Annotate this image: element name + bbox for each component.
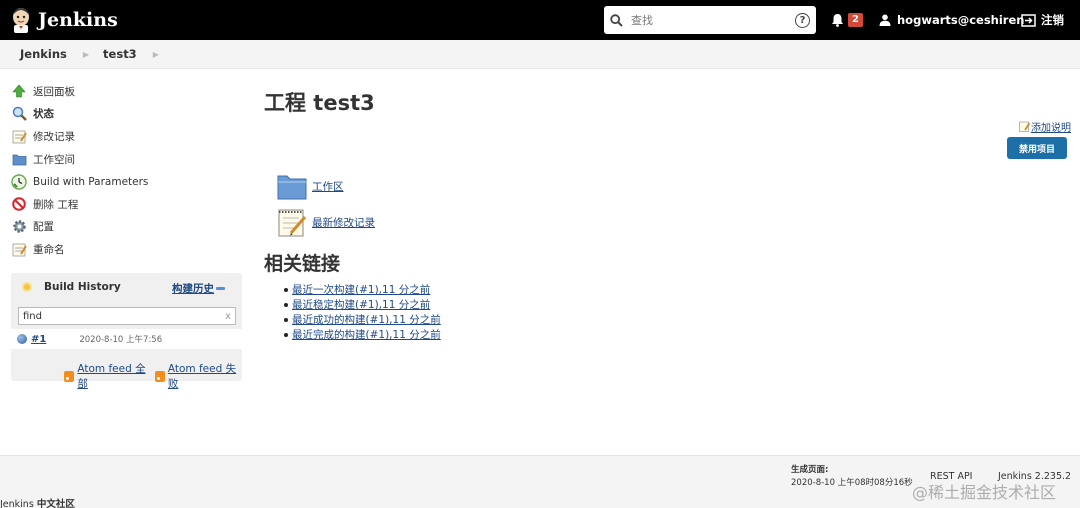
side-tasks: 返回面板 状态 修改记录 工作空间 Build with Parameters … xyxy=(11,80,148,261)
build-filter-input[interactable] xyxy=(23,310,226,322)
task-label: Build with Parameters xyxy=(33,175,149,188)
task-label: 状态 xyxy=(33,108,54,121)
task-label: 删除 工程 xyxy=(33,198,79,211)
workspace-link-row[interactable]: 工作区 xyxy=(277,172,344,200)
search-box: ? xyxy=(604,6,816,34)
task-changes[interactable]: 修改记录 xyxy=(11,125,148,148)
page-title: 工程 test3 xyxy=(264,91,375,115)
notepad-icon xyxy=(11,241,27,257)
notepad-icon xyxy=(278,209,307,237)
bell-icon xyxy=(832,14,843,27)
task-configure[interactable]: 配置 xyxy=(11,216,148,239)
collapse-icon[interactable] xyxy=(216,287,225,290)
user-menu[interactable]: hogwarts@ceshiren xyxy=(879,0,1024,40)
help-icon[interactable]: ? xyxy=(795,12,810,28)
build-time: 2020-8-10 上午7:56 xyxy=(79,335,163,345)
task-delete-project[interactable]: 删除 工程 xyxy=(11,193,148,216)
disable-project-button[interactable]: 禁用项目 xyxy=(1007,137,1067,159)
rss-feed-icon xyxy=(64,370,75,382)
logout-link[interactable]: 注销 xyxy=(1021,0,1064,40)
gear-icon xyxy=(11,219,27,235)
search-icon xyxy=(610,13,623,27)
list-item: 最近稳定构建(#1),11 分之前 xyxy=(284,297,441,312)
breadcrumb-separator-icon[interactable]: ▶ xyxy=(83,50,89,59)
build-history-title: Build History xyxy=(44,281,121,293)
top-header: Jenkins ? 2 hogwarts@ceshiren 注销 xyxy=(0,0,1080,40)
task-build-with-parameters[interactable]: Build with Parameters xyxy=(11,170,148,193)
task-label: 返回面板 xyxy=(33,85,75,98)
search-input[interactable] xyxy=(631,13,795,27)
watermark: @稀土掘金技术社区 xyxy=(912,483,1057,502)
community-label: Jenkins 中文社区 xyxy=(0,496,75,508)
page-generated: 生成页面: 2020-8-10 上午08时08分16秒 xyxy=(791,464,913,490)
breadcrumb: Jenkins ▶ test3 ▶ xyxy=(0,40,1080,69)
generated-label: 生成页面: xyxy=(791,465,829,475)
search-icon xyxy=(11,106,27,122)
breadcrumb-jenkins[interactable]: Jenkins xyxy=(20,47,67,61)
user-name: hogwarts@ceshiren xyxy=(897,13,1025,27)
recent-changes-link[interactable]: 最新修改记录 xyxy=(312,215,375,230)
task-label: 配置 xyxy=(33,221,54,234)
community-suffix: 中文社区 xyxy=(36,499,75,508)
jenkins-logo-link[interactable]: Jenkins xyxy=(10,7,118,33)
clock-icon xyxy=(11,173,27,190)
status-ball-blue-icon xyxy=(17,334,27,344)
workspace-link[interactable]: 工作区 xyxy=(312,179,344,194)
edit-notepad-icon xyxy=(1019,121,1030,132)
build-number-link[interactable]: #1 xyxy=(31,334,46,345)
breadcrumb-test3[interactable]: test3 xyxy=(103,47,137,61)
community-prefix: Jenkins xyxy=(0,499,34,508)
atom-feeds: Atom feed 全部 Atom feed 失败 xyxy=(64,361,242,391)
logout-icon xyxy=(1021,13,1036,27)
folder-icon xyxy=(11,151,27,167)
rss-feed-icon xyxy=(154,370,165,382)
add-description-link[interactable]: 添加说明 xyxy=(1031,119,1071,134)
related-links-heading: 相关链接 xyxy=(264,253,341,275)
breadcrumb-separator-icon[interactable]: ▶ xyxy=(153,50,159,59)
task-status[interactable]: 状态 xyxy=(11,103,148,126)
notepad-icon xyxy=(11,128,27,144)
task-workspace[interactable]: 工作空间 xyxy=(11,148,148,171)
build-filter-box: x xyxy=(18,307,236,325)
notification-badge: 2 xyxy=(848,13,863,27)
task-label: 修改记录 xyxy=(33,130,75,143)
list-item: 最近成功的构建(#1),11 分之前 xyxy=(284,312,441,327)
task-back-to-dashboard[interactable]: 返回面板 xyxy=(11,80,148,103)
build-history-widget: Build History 构建历史 x #1 2020-8-10 上午7:56… xyxy=(11,273,242,390)
task-label: 重命名 xyxy=(33,243,65,256)
feed-all-link[interactable]: Atom feed 全部 xyxy=(77,361,151,391)
clear-filter-icon[interactable]: x xyxy=(225,311,231,322)
build-history-trend-link[interactable]: 构建历史 xyxy=(172,281,214,296)
feed-fail-link[interactable]: Atom feed 失败 xyxy=(168,361,242,391)
task-label: 工作空间 xyxy=(33,153,75,166)
last-successful-build-link[interactable]: 最近成功的构建(#1),11 分之前 xyxy=(292,312,441,327)
related-links-list: 最近一次构建(#1),11 分之前 最近稳定构建(#1),11 分之前 最近成功… xyxy=(284,282,441,342)
last-completed-build-link[interactable]: 最近完成的构建(#1),11 分之前 xyxy=(292,327,441,342)
build-row: #1 2020-8-10 上午7:56 xyxy=(11,329,242,349)
last-build-link[interactable]: 最近一次构建(#1),11 分之前 xyxy=(292,282,430,297)
list-item: 最近完成的构建(#1),11 分之前 xyxy=(284,327,441,342)
weather-sunny-icon xyxy=(22,282,32,292)
recent-changes-link-row[interactable]: 最新修改记录 xyxy=(277,207,375,238)
task-rename[interactable]: 重命名 xyxy=(11,238,148,261)
logout-label: 注销 xyxy=(1041,13,1064,27)
brand-name: Jenkins xyxy=(38,9,118,31)
user-icon xyxy=(879,14,891,26)
up-arrow-icon xyxy=(11,83,27,99)
notifications[interactable]: 2 xyxy=(831,0,863,40)
generated-time: 2020-8-10 上午08时08分16秒 xyxy=(791,478,913,488)
last-stable-build-link[interactable]: 最近稳定构建(#1),11 分之前 xyxy=(292,297,430,312)
list-item: 最近一次构建(#1),11 分之前 xyxy=(284,282,441,297)
no-entry-icon xyxy=(11,196,27,212)
folder-icon xyxy=(277,175,307,200)
jenkins-butler-icon xyxy=(10,7,32,33)
add-description[interactable]: 添加说明 xyxy=(1019,119,1071,134)
